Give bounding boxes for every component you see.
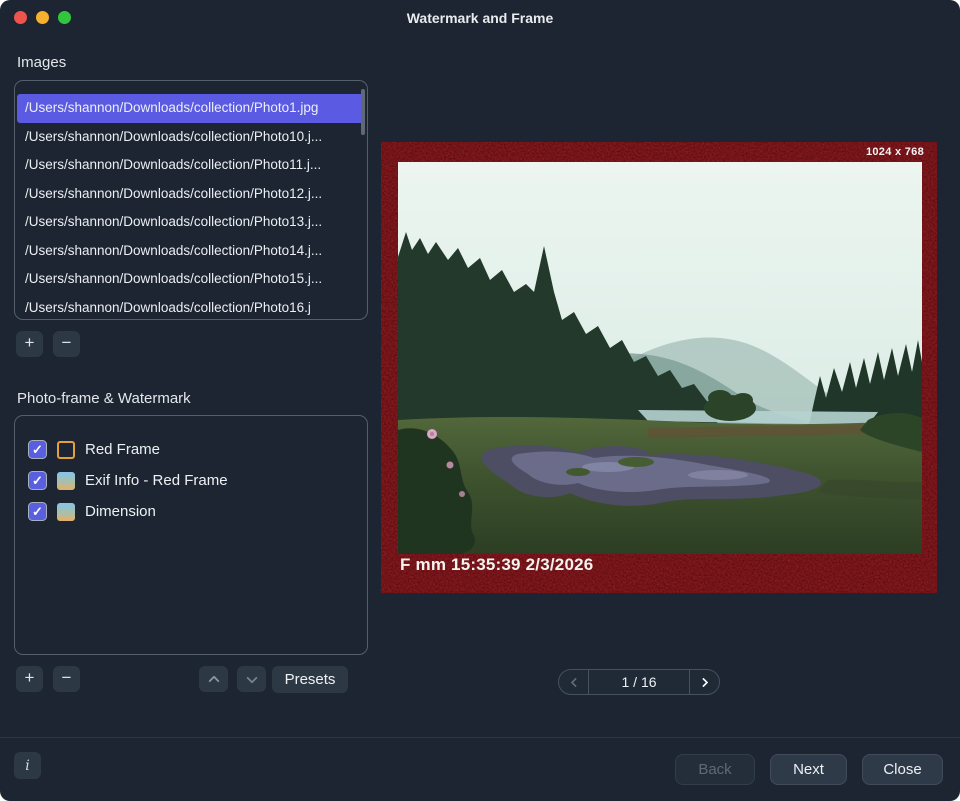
chevron-right-icon <box>698 677 708 687</box>
frame-style-icon <box>57 441 75 459</box>
image-path: /Users/shannon/Downloads/collection/Phot… <box>25 157 321 172</box>
image-path: /Users/shannon/Downloads/collection/Phot… <box>25 271 322 286</box>
scrollbar-thumb[interactable] <box>361 89 365 135</box>
image-list-item[interactable]: /Users/shannon/Downloads/collection/Phot… <box>15 123 367 152</box>
image-list-item[interactable]: /Users/shannon/Downloads/collection/Phot… <box>15 265 367 294</box>
dimension-watermark-label: 1024 x 768 <box>866 146 924 158</box>
checkbox[interactable]: ✓ <box>28 440 47 459</box>
frames-section-label: Photo-frame & Watermark <box>17 390 191 407</box>
add-frame-button[interactable]: + <box>16 666 43 692</box>
watermark-style-icon <box>57 503 75 521</box>
check-icon: ✓ <box>32 443 43 456</box>
preview-photo <box>398 162 922 554</box>
next-page-button[interactable] <box>689 670 719 694</box>
footer-divider <box>0 737 960 738</box>
image-list-item[interactable]: /Users/shannon/Downloads/collection/Phot… <box>15 237 367 266</box>
preview-panel: 1024 x 768 F mm 15:35:39 2/3/2026 <box>381 142 937 593</box>
close-button[interactable]: Close <box>862 754 943 785</box>
chevron-left-icon <box>570 677 580 687</box>
image-path: /Users/shannon/Downloads/collection/Phot… <box>25 129 322 144</box>
image-list-item[interactable]: /Users/shannon/Downloads/collection/Phot… <box>15 180 367 209</box>
presets-button[interactable]: Presets <box>272 666 348 693</box>
back-button[interactable]: Back <box>675 754 755 785</box>
watermark-style-icon <box>57 472 75 490</box>
checkbox[interactable]: ✓ <box>28 502 47 521</box>
info-icon: i <box>25 758 29 774</box>
frame-item-label: Exif Info - Red Frame <box>85 472 228 489</box>
image-path: /Users/shannon/Downloads/collection/Phot… <box>25 214 322 229</box>
frame-list-item[interactable]: ✓ Dimension <box>28 496 367 527</box>
exif-watermark-label: F mm 15:35:39 2/3/2026 <box>400 555 593 575</box>
chevron-up-icon <box>208 675 219 686</box>
preview-pager: 1 / 16 <box>558 669 720 695</box>
frame-list-item[interactable]: ✓ Exif Info - Red Frame <box>28 465 367 496</box>
image-list-item[interactable]: /Users/shannon/Downloads/collection/Phot… <box>17 94 365 123</box>
check-icon: ✓ <box>32 505 43 518</box>
remove-image-button[interactable]: − <box>53 331 80 357</box>
page-indicator: 1 / 16 <box>589 670 689 694</box>
remove-frame-button[interactable]: − <box>53 666 80 692</box>
checkbox[interactable]: ✓ <box>28 471 47 490</box>
images-list: /Users/shannon/Downloads/collection/Phot… <box>14 80 368 320</box>
titlebar: Watermark and Frame <box>0 0 960 36</box>
window-title: Watermark and Frame <box>0 10 960 26</box>
image-list-item[interactable]: /Users/shannon/Downloads/collection/Phot… <box>15 294 367 321</box>
frame-item-label: Red Frame <box>85 441 160 458</box>
chevron-down-icon <box>246 672 257 683</box>
info-button[interactable]: i <box>14 752 41 779</box>
image-path: /Users/shannon/Downloads/collection/Phot… <box>25 186 322 201</box>
next-button[interactable]: Next <box>770 754 847 785</box>
frame-list-item[interactable]: ✓ Red Frame <box>28 434 367 465</box>
image-path: /Users/shannon/Downloads/collection/Phot… <box>25 100 318 115</box>
add-image-button[interactable]: + <box>16 331 43 357</box>
check-icon: ✓ <box>32 474 43 487</box>
watermark-and-frame-window: Watermark and Frame Images /Users/shanno… <box>0 0 960 801</box>
previous-page-button[interactable] <box>559 670 589 694</box>
move-down-button[interactable] <box>237 666 266 692</box>
move-up-button[interactable] <box>199 666 228 692</box>
frame-item-label: Dimension <box>85 503 156 520</box>
frame-watermark-list: ✓ Red Frame ✓ Exif Info - Red Frame ✓ Di… <box>14 415 368 655</box>
image-path: /Users/shannon/Downloads/collection/Phot… <box>25 243 322 258</box>
images-section-label: Images <box>17 54 66 71</box>
image-path: /Users/shannon/Downloads/collection/Phot… <box>25 300 311 315</box>
image-list-item[interactable]: /Users/shannon/Downloads/collection/Phot… <box>15 151 367 180</box>
image-list-item[interactable]: /Users/shannon/Downloads/collection/Phot… <box>15 208 367 237</box>
